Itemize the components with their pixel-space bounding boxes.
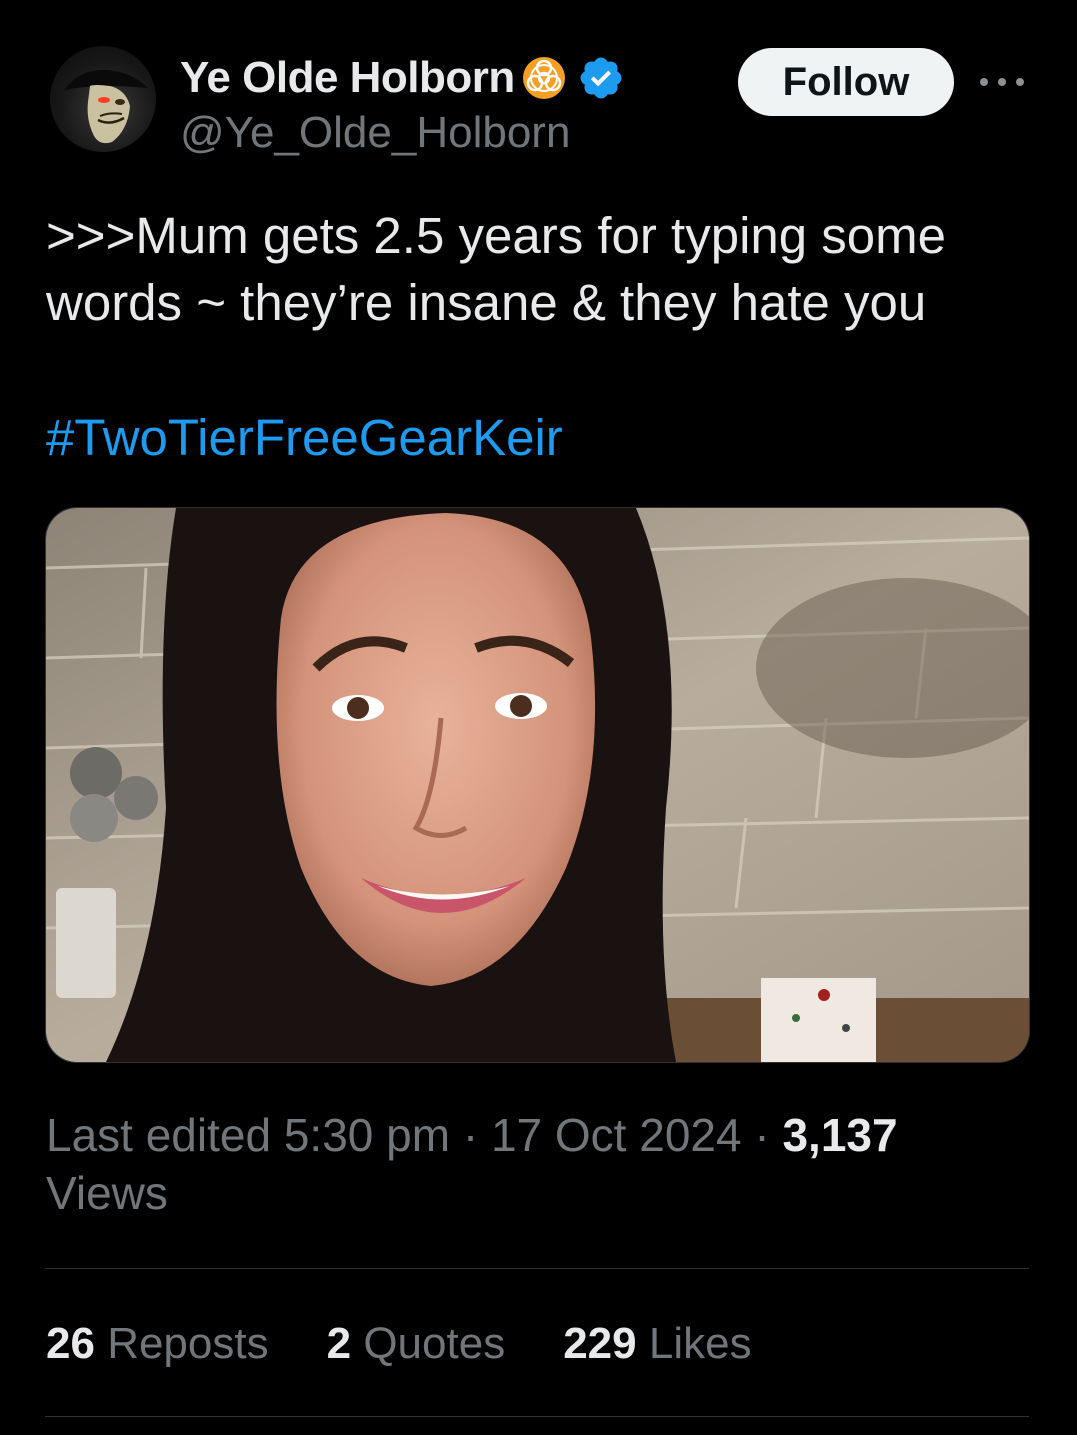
tweet-time[interactable]: 5:30 pm — [284, 1109, 450, 1161]
reposts-stat[interactable]: 26 Reposts — [46, 1319, 269, 1369]
dot-icon — [980, 78, 988, 86]
tweet-date[interactable]: 17 Oct 2024 — [491, 1109, 742, 1161]
dot-icon — [998, 78, 1006, 86]
quotes-stat[interactable]: 2 Quotes — [327, 1319, 506, 1369]
author-name-row: Ye Olde Holborn — [180, 50, 625, 106]
quotes-label: Quotes — [363, 1319, 506, 1368]
author-display-name[interactable]: Ye Olde Holborn — [180, 53, 515, 103]
guy-fawkes-mask-image — [64, 69, 148, 144]
edited-prefix: Last edited — [46, 1109, 284, 1161]
divider — [45, 1416, 1029, 1417]
dot-icon — [1016, 78, 1024, 86]
engagement-stats: 26 Reposts 2 Quotes 229 Likes — [46, 1316, 810, 1372]
likes-stat[interactable]: 229 Likes — [563, 1319, 751, 1369]
reposts-label: Reposts — [107, 1319, 269, 1368]
divider — [45, 1268, 1029, 1269]
views-label: Views — [46, 1167, 168, 1219]
likes-label: Likes — [648, 1319, 752, 1368]
quotes-count: 2 — [326, 1319, 352, 1368]
likes-count: 229 — [563, 1319, 637, 1368]
more-options-icon[interactable] — [980, 64, 1024, 100]
meta-separator: · — [741, 1109, 783, 1161]
tweet-photo[interactable] — [45, 507, 1030, 1063]
tweet-text: >>>Mum gets 2.5 years for typing some wo… — [46, 207, 961, 331]
follow-button[interactable]: Follow — [738, 48, 954, 116]
reposts-count: 26 — [46, 1319, 95, 1368]
meta-separator: · — [450, 1109, 491, 1161]
hashtag-link[interactable]: #TwoTierFreeGearKeir — [46, 404, 563, 471]
author-handle[interactable]: @Ye_Olde_Holborn — [180, 108, 570, 158]
verified-badge-icon — [577, 54, 625, 102]
views-count: 3,137 — [782, 1109, 898, 1161]
author-avatar[interactable] — [50, 46, 156, 152]
selfie-photo-image — [46, 508, 1029, 1062]
biohazard-icon — [521, 55, 567, 101]
tweet-meta: Last edited 5:30 pm · 17 Oct 2024 · 3,13… — [46, 1106, 1006, 1222]
